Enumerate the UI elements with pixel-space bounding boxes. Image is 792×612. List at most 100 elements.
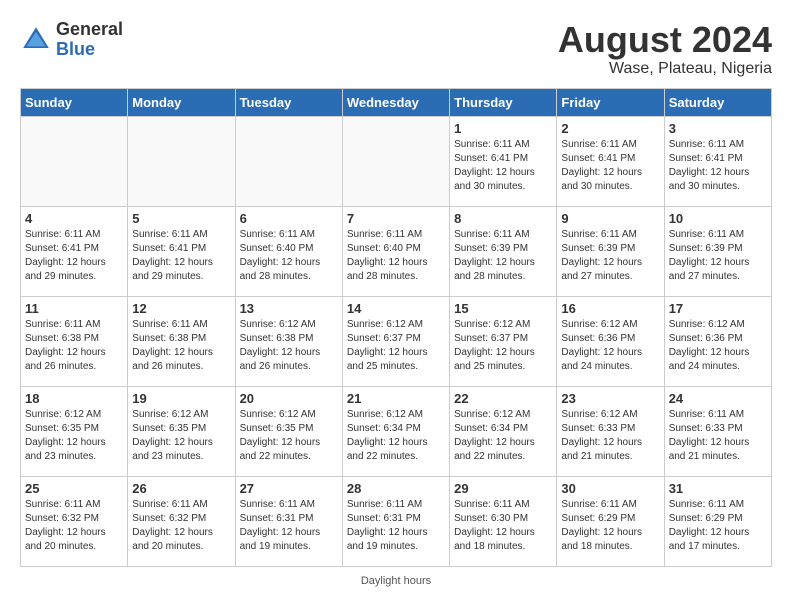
logo-general-text: General bbox=[56, 20, 123, 40]
day-info: Sunrise: 6:11 AM Sunset: 6:39 PM Dayligh… bbox=[669, 228, 767, 284]
calendar-cell: 6Sunrise: 6:11 AM Sunset: 6:40 PM Daylig… bbox=[235, 206, 342, 296]
calendar-cell: 7 Sunrise: 6:11 AM Sunset: 6:40 PM Daylig… bbox=[342, 206, 449, 296]
day-info: Sunrise: 6:12 AM Sunset: 6:33 PM Dayligh… bbox=[561, 408, 659, 464]
day-info: Sunrise: 6:11 AM Sunset: 6:41 PM Dayligh… bbox=[132, 228, 230, 284]
calendar-cell: 26 Sunrise: 6:11 AM Sunset: 6:32 PM Dayli… bbox=[128, 476, 235, 566]
calendar-cell: 11 Sunrise: 6:11 AM Sunset: 6:38 PM Dayli… bbox=[21, 296, 128, 386]
calendar-cell: 28 Sunrise: 6:11 AM Sunset: 6:31 PM Dayli… bbox=[342, 476, 449, 566]
calendar-cell: 18 Sunrise: 6:12 AM Sunset: 6:35 PM Dayli… bbox=[21, 386, 128, 476]
day-info: Sunrise: 6:11 AM Sunset: 6:31 PM Dayligh… bbox=[347, 498, 445, 554]
day-info: Sunrise: 6:12 AM Sunset: 6:34 PM Dayligh… bbox=[347, 408, 445, 464]
day-number: 17 bbox=[669, 301, 767, 316]
calendar-cell: 3 Sunrise: 6:11 AM Sunset: 6:41 PM Daylig… bbox=[664, 116, 771, 206]
day-info: Sunrise: 6:11 AM Sunset: 6:32 PM Dayligh… bbox=[25, 498, 123, 554]
day-info: Sunrise: 6:12 AM Sunset: 6:37 PM Dayligh… bbox=[347, 318, 445, 374]
day-number: 3 bbox=[669, 121, 767, 136]
day-number: 23 bbox=[561, 391, 659, 406]
day-number: 30 bbox=[561, 481, 659, 496]
calendar-cell: 25 Sunrise: 6:11 AM Sunset: 6:32 PM Dayli… bbox=[21, 476, 128, 566]
day-of-week-header: Saturday bbox=[664, 88, 771, 116]
day-number: 15 bbox=[454, 301, 552, 316]
day-info: Sunrise: 6:12 AM Sunset: 6:35 PM Dayligh… bbox=[25, 408, 123, 464]
calendar-cell: 9Sunrise: 6:11 AM Sunset: 6:39 PM Daylig… bbox=[557, 206, 664, 296]
day-info: Sunrise: 6:12 AM Sunset: 6:34 PM Dayligh… bbox=[454, 408, 552, 464]
location-title: Wase, Plateau, Nigeria bbox=[558, 60, 772, 78]
calendar-cell: 14Sunrise: 6:12 AM Sunset: 6:37 PM Dayli… bbox=[342, 296, 449, 386]
calendar-cell: 12 Sunrise: 6:11 AM Sunset: 6:38 PM Dayli… bbox=[128, 296, 235, 386]
day-number: 4 bbox=[25, 211, 123, 226]
calendar-cell bbox=[21, 116, 128, 206]
day-number: 16 bbox=[561, 301, 659, 316]
month-title: August 2024 bbox=[558, 20, 772, 60]
logo-text: General Blue bbox=[56, 20, 123, 60]
day-number: 29 bbox=[454, 481, 552, 496]
day-of-week-header: Sunday bbox=[21, 88, 128, 116]
calendar-cell: 21 Sunrise: 6:12 AM Sunset: 6:34 PM Dayli… bbox=[342, 386, 449, 476]
calendar-week-row: 1 Sunrise: 6:11 AM Sunset: 6:41 PM Daylig… bbox=[21, 116, 772, 206]
calendar-cell bbox=[128, 116, 235, 206]
day-number: 27 bbox=[240, 481, 338, 496]
calendar-cell: 4 Sunrise: 6:11 AM Sunset: 6:41 PM Daylig… bbox=[21, 206, 128, 296]
day-number: 25 bbox=[25, 481, 123, 496]
day-info: Sunrise: 6:11 AM Sunset: 6:32 PM Dayligh… bbox=[132, 498, 230, 554]
day-info: Sunrise: 6:12 AM Sunset: 6:36 PM Dayligh… bbox=[561, 318, 659, 374]
day-number: 5 bbox=[132, 211, 230, 226]
calendar-cell: 22Sunrise: 6:12 AM Sunset: 6:34 PM Dayli… bbox=[450, 386, 557, 476]
day-of-week-header: Tuesday bbox=[235, 88, 342, 116]
day-info: Sunrise: 6:11 AM Sunset: 6:41 PM Dayligh… bbox=[561, 138, 659, 194]
day-number: 12 bbox=[132, 301, 230, 316]
logo-icon bbox=[20, 24, 52, 56]
day-number: 20 bbox=[240, 391, 338, 406]
day-number: 28 bbox=[347, 481, 445, 496]
title-area: August 2024 Wase, Plateau, Nigeria bbox=[558, 20, 772, 78]
day-info: Sunrise: 6:11 AM Sunset: 6:41 PM Dayligh… bbox=[25, 228, 123, 284]
logo-blue-text: Blue bbox=[56, 40, 123, 60]
day-number: 18 bbox=[25, 391, 123, 406]
day-info: Sunrise: 6:12 AM Sunset: 6:35 PM Dayligh… bbox=[132, 408, 230, 464]
day-number: 13 bbox=[240, 301, 338, 316]
day-number: 21 bbox=[347, 391, 445, 406]
day-info: Sunrise: 6:11 AM Sunset: 6:41 PM Dayligh… bbox=[669, 138, 767, 194]
day-info: Sunrise: 6:11 AM Sunset: 6:29 PM Dayligh… bbox=[561, 498, 659, 554]
calendar-cell: 10 Sunrise: 6:11 AM Sunset: 6:39 PM Dayli… bbox=[664, 206, 771, 296]
day-of-week-header: Thursday bbox=[450, 88, 557, 116]
calendar-week-row: 18 Sunrise: 6:12 AM Sunset: 6:35 PM Dayli… bbox=[21, 386, 772, 476]
day-number: 9 bbox=[561, 211, 659, 226]
calendar-cell bbox=[235, 116, 342, 206]
calendar-cell: 30 Sunrise: 6:11 AM Sunset: 6:29 PM Dayli… bbox=[557, 476, 664, 566]
calendar-cell: 24 Sunrise: 6:11 AM Sunset: 6:33 PM Dayli… bbox=[664, 386, 771, 476]
calendar-week-row: 4 Sunrise: 6:11 AM Sunset: 6:41 PM Daylig… bbox=[21, 206, 772, 296]
day-number: 6 bbox=[240, 211, 338, 226]
day-number: 8 bbox=[454, 211, 552, 226]
calendar-cell: 1 Sunrise: 6:11 AM Sunset: 6:41 PM Daylig… bbox=[450, 116, 557, 206]
day-of-week-header: Friday bbox=[557, 88, 664, 116]
calendar-header-row: SundayMondayTuesdayWednesdayThursdayFrid… bbox=[21, 88, 772, 116]
day-number: 2 bbox=[561, 121, 659, 136]
day-number: 1 bbox=[454, 121, 552, 136]
day-info: Sunrise: 6:11 AM Sunset: 6:40 PM Dayligh… bbox=[347, 228, 445, 284]
calendar-cell: 23 Sunrise: 6:12 AM Sunset: 6:33 PM Dayli… bbox=[557, 386, 664, 476]
calendar-cell: 8Sunrise: 6:11 AM Sunset: 6:39 PM Daylig… bbox=[450, 206, 557, 296]
calendar-cell: 15Sunrise: 6:12 AM Sunset: 6:37 PM Dayli… bbox=[450, 296, 557, 386]
calendar-cell: 5 Sunrise: 6:11 AM Sunset: 6:41 PM Daylig… bbox=[128, 206, 235, 296]
day-number: 7 bbox=[347, 211, 445, 226]
day-info: Sunrise: 6:11 AM Sunset: 6:38 PM Dayligh… bbox=[25, 318, 123, 374]
calendar-cell: 27 Sunrise: 6:11 AM Sunset: 6:31 PM Dayli… bbox=[235, 476, 342, 566]
day-info: Sunrise: 6:11 AM Sunset: 6:31 PM Dayligh… bbox=[240, 498, 338, 554]
day-info: Sunrise: 6:12 AM Sunset: 6:36 PM Dayligh… bbox=[669, 318, 767, 374]
day-number: 11 bbox=[25, 301, 123, 316]
calendar-cell: 16 Sunrise: 6:12 AM Sunset: 6:36 PM Dayli… bbox=[557, 296, 664, 386]
day-of-week-header: Wednesday bbox=[342, 88, 449, 116]
day-number: 24 bbox=[669, 391, 767, 406]
calendar-table: SundayMondayTuesdayWednesdayThursdayFrid… bbox=[20, 88, 772, 567]
day-number: 26 bbox=[132, 481, 230, 496]
logo: General Blue bbox=[20, 20, 123, 60]
day-info: Sunrise: 6:11 AM Sunset: 6:41 PM Dayligh… bbox=[454, 138, 552, 194]
calendar-cell: 17 Sunrise: 6:12 AM Sunset: 6:36 PM Dayli… bbox=[664, 296, 771, 386]
day-info: Sunrise: 6:11 AM Sunset: 6:38 PM Dayligh… bbox=[132, 318, 230, 374]
day-info: Sunrise: 6:11 AM Sunset: 6:29 PM Dayligh… bbox=[669, 498, 767, 554]
day-number: 10 bbox=[669, 211, 767, 226]
day-info: Sunrise: 6:11 AM Sunset: 6:33 PM Dayligh… bbox=[669, 408, 767, 464]
calendar-week-row: 11 Sunrise: 6:11 AM Sunset: 6:38 PM Dayli… bbox=[21, 296, 772, 386]
day-info: Sunrise: 6:12 AM Sunset: 6:38 PM Dayligh… bbox=[240, 318, 338, 374]
